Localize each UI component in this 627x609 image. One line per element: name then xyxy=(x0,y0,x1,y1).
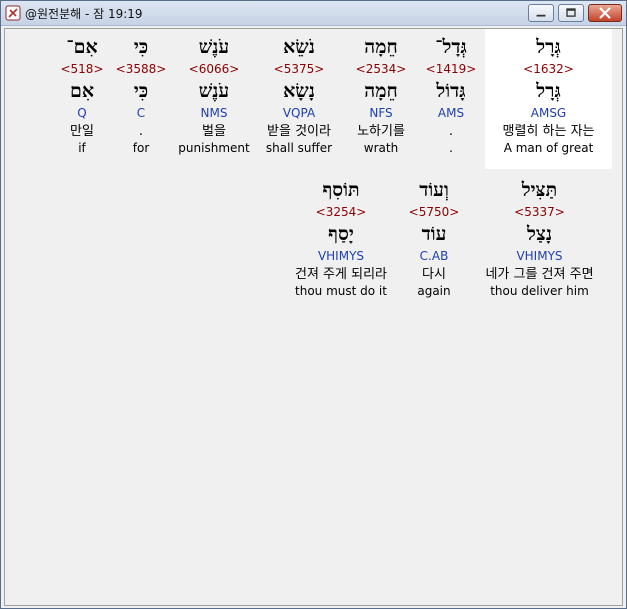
close-button[interactable] xyxy=(588,4,622,22)
strong-number[interactable]: <5337> xyxy=(467,204,612,220)
hebrew-lemma: אִם xyxy=(69,80,95,102)
word-block[interactable]: תּוֹסִף <3254> יָסַף VHIMYS 건져 주게 되리라 th… xyxy=(281,172,401,304)
english-gloss: if xyxy=(78,141,86,155)
app-icon[interactable] xyxy=(5,5,21,21)
morph-code: C.AB xyxy=(419,249,449,263)
hebrew-word: חֵמָה xyxy=(364,36,398,58)
korean-gloss: 벌을 xyxy=(202,124,226,139)
word-block[interactable]: גְּרָל <1632> גְּרָל AMSG 맹렬히 하는 자는 A ma… xyxy=(485,29,612,169)
strong-number[interactable]: <2534> xyxy=(345,61,417,77)
word-block[interactable]: עֹנֶשׁ <6066> עֹנֶשׁ NMS 벌을 punishment xyxy=(175,29,253,169)
word-block[interactable]: נֹשֵׂא <5375> נָשָׂא VQPA 받을 것이라 shall s… xyxy=(253,29,345,169)
hebrew-word: עֹנֶשׁ xyxy=(198,36,230,58)
hebrew-word: נֹשֵׂא xyxy=(283,36,315,58)
strong-number[interactable]: <3254> xyxy=(281,204,401,220)
word-block[interactable]: גְּדָל־ <1419> גָּדוֹל AMS . . xyxy=(417,29,485,169)
english-gloss: thou must do it xyxy=(295,284,387,298)
morph-code: Q xyxy=(77,106,87,120)
hebrew-lemma: עֹנֶשׁ xyxy=(198,80,230,102)
morph-code: AMSG xyxy=(530,106,567,120)
hebrew-word: אִם־ xyxy=(66,36,98,58)
morph-code: VQPA xyxy=(282,106,316,120)
hebrew-word: גְּרָל xyxy=(536,36,561,58)
korean-gloss: . xyxy=(448,124,454,139)
hebrew-lemma: עוֹד xyxy=(421,223,447,245)
strong-number[interactable]: <5750> xyxy=(405,204,463,220)
strong-number[interactable]: <518> xyxy=(57,61,107,77)
strong-number[interactable]: <5375> xyxy=(253,61,345,77)
strong-number[interactable]: <1632> xyxy=(485,61,612,77)
hebrew-lemma: חֵמָה xyxy=(364,80,398,102)
hebrew-word: כִּי xyxy=(133,36,149,58)
korean-gloss: 네가 그를 건져 주면 xyxy=(485,267,594,282)
maximize-button[interactable] xyxy=(558,4,584,22)
app-window: @원전분해 - 잠 19:19 גְּרָל <1632> גְּרָל AMS… xyxy=(0,0,627,609)
strong-number[interactable]: <1419> xyxy=(417,61,485,77)
hebrew-word: וְעוֹד xyxy=(419,179,449,201)
english-gloss: . xyxy=(449,141,453,155)
word-block[interactable]: וְעוֹד <5750> עוֹד C.AB 다시 again xyxy=(405,172,463,304)
hebrew-lemma: נָשָׂא xyxy=(283,80,315,102)
hebrew-lemma: כִּי xyxy=(133,80,149,102)
english-gloss: A man of great xyxy=(503,141,594,155)
minimize-button[interactable] xyxy=(528,4,554,22)
morph-code: AMS xyxy=(437,106,465,120)
morph-code: NMS xyxy=(200,106,228,120)
word-block[interactable]: אִם־ <518> אִם Q 만일 if xyxy=(57,29,107,169)
strong-number[interactable]: <3588> xyxy=(115,61,167,77)
hebrew-word: תּוֹסִף xyxy=(322,179,360,201)
hebrew-word: תַּצִּיל xyxy=(521,179,558,201)
minimize-icon xyxy=(536,14,546,17)
morph-code: NFS xyxy=(369,106,393,120)
maximize-icon xyxy=(566,8,576,17)
strong-number[interactable]: <6066> xyxy=(175,61,253,77)
morph-code: C xyxy=(136,106,146,120)
analysis-panel: גְּרָל <1632> גְּרָל AMSG 맹렬히 하는 자는 A ma… xyxy=(4,28,623,606)
hebrew-lemma: גְּרָל xyxy=(536,80,561,102)
hebrew-lemma: נָצַל xyxy=(526,223,553,245)
english-gloss: thou deliver him xyxy=(490,284,589,298)
hebrew-lemma: גָּדוֹל xyxy=(436,80,466,102)
word-block[interactable]: חֵמָה <2534> חֵמָה NFS 노하기를 wrath xyxy=(345,29,417,169)
english-gloss: for xyxy=(132,141,150,155)
korean-gloss: . xyxy=(138,124,144,139)
word-block[interactable]: תַּצִּיל <5337> נָצַל VHIMYS 네가 그를 건져 주면… xyxy=(467,172,612,304)
hebrew-word: גְּדָל־ xyxy=(435,36,467,58)
morph-code: VHIMYS xyxy=(317,249,365,263)
korean-gloss: 건져 주게 되리라 xyxy=(295,267,387,282)
korean-gloss: 다시 xyxy=(422,267,446,282)
close-icon xyxy=(599,7,611,19)
word-block[interactable]: כִּי <3588> כִּי C . for xyxy=(115,29,167,169)
korean-gloss: 맹렬히 하는 자는 xyxy=(502,124,595,139)
morph-code: VHIMYS xyxy=(516,249,563,263)
korean-gloss: 받을 것이라 xyxy=(267,124,331,139)
title-bar[interactable]: @원전분해 - 잠 19:19 xyxy=(1,1,626,26)
english-gloss: again xyxy=(417,284,451,298)
korean-gloss: 만일 xyxy=(70,124,94,139)
english-gloss: punishment xyxy=(178,141,250,155)
english-gloss: shall suffer xyxy=(265,141,333,155)
english-gloss: wrath xyxy=(363,141,399,155)
window-title: @원전분해 - 잠 19:19 xyxy=(25,7,143,21)
hebrew-lemma: יָסַף xyxy=(328,223,354,245)
korean-gloss: 노하기를 xyxy=(357,124,405,139)
